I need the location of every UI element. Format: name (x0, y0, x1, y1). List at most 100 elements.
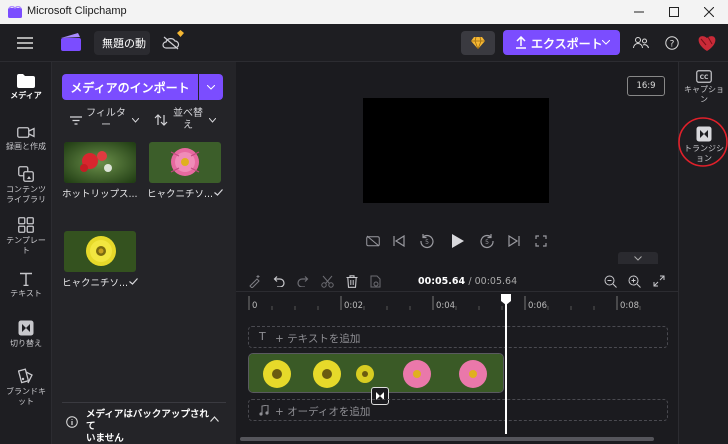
premium-button[interactable] (461, 31, 495, 55)
timeline-scrollbar[interactable] (236, 434, 678, 444)
nav-content-library[interactable]: コンテンツ ライブラリ (0, 166, 52, 210)
aspect-ratio-button[interactable]: 16:9 (627, 76, 665, 96)
people-icon (633, 37, 649, 49)
total-time: 00:05.64 (474, 276, 518, 287)
filter-label: フィルタ ー (86, 108, 126, 131)
sort-icon (154, 114, 168, 126)
chevron-down-icon (602, 40, 610, 45)
chevron-down-icon (634, 255, 642, 261)
nav-templates-label: テンプレー ト (6, 236, 46, 255)
captions-off-button[interactable] (363, 231, 383, 251)
undo-button[interactable] (269, 272, 287, 290)
audio-track[interactable]: + オーディオを追加 (248, 399, 668, 421)
media-thumbnail-image (64, 142, 136, 183)
skip-back-icon (393, 235, 405, 247)
templates-icon (18, 217, 34, 233)
cloud-sync-button[interactable] (158, 30, 184, 54)
media-thumbnail[interactable] (64, 142, 136, 183)
rewind-5-icon: 5 (420, 234, 434, 249)
nav-transitions-label: 切り替え (10, 339, 42, 348)
properties-sidebar: CC キャプショ ン トランジシ ョン (678, 62, 728, 444)
skip-forward-button[interactable] (504, 231, 524, 251)
expand-timeline-button[interactable] (618, 252, 658, 264)
text-track[interactable]: T + テキストを追加 (248, 326, 668, 348)
nav-record-label: 録画と作成 (6, 142, 46, 151)
import-media-button[interactable]: メディアのインポート (62, 74, 198, 100)
nav-text[interactable]: テキスト (0, 272, 52, 308)
checkmark-icon (214, 189, 223, 196)
minimize-button[interactable] (624, 0, 654, 24)
heart-avatar-icon (698, 36, 716, 51)
export-label: エクスポート (531, 37, 603, 51)
media-thumbnail[interactable] (64, 231, 136, 272)
split-button[interactable] (318, 272, 336, 290)
current-time: 00:05.64 (418, 276, 466, 287)
zoom-out-button[interactable] (601, 272, 619, 290)
rewind-5-seconds-button[interactable]: 5 (416, 230, 438, 252)
left-navigation: メディア 録画と作成 コンテンツ ライブラリ テンプレー ト テキスト 切り替え… (0, 62, 52, 444)
nav-text-label: テキスト (10, 289, 42, 298)
add-audio-label: + オーディオを追加 (275, 406, 371, 418)
account-avatar[interactable] (694, 30, 720, 56)
nav-media[interactable]: メディア (0, 74, 52, 114)
nav-brand-kit[interactable]: ブランドキ ット (0, 368, 52, 412)
captions-label: キャプショ ン (684, 85, 724, 104)
trash-icon (346, 274, 358, 288)
play-button[interactable] (446, 229, 470, 253)
project-name-field[interactable]: 無題の動 (94, 31, 150, 55)
delete-button[interactable] (343, 272, 361, 290)
chevron-up-icon (210, 416, 219, 422)
skip-back-button[interactable] (389, 231, 409, 251)
add-text-label: + テキストを追加 (275, 333, 361, 345)
media-thumbnail-image (64, 231, 136, 272)
chevron-down-icon (132, 118, 139, 123)
import-media-label: メディアのインポート (70, 80, 190, 95)
filter-button[interactable]: フィルタ ー (68, 108, 142, 134)
undo-icon (273, 276, 285, 287)
magic-tool-button[interactable] (245, 272, 263, 290)
import-dropdown-button[interactable] (199, 74, 223, 100)
clipchamp-brand-icon (61, 33, 81, 51)
nav-record-create[interactable]: 録画と作成 (0, 126, 52, 166)
nav-transitions[interactable]: 切り替え (0, 320, 52, 356)
cloud-off-icon (162, 36, 180, 50)
hamburger-menu-button[interactable] (12, 32, 38, 54)
zoom-in-button[interactable] (625, 272, 643, 290)
premium-dot-icon (177, 30, 184, 37)
playhead[interactable] (505, 294, 507, 444)
forward-5-seconds-button[interactable]: 5 (476, 230, 498, 252)
captions-off-icon (366, 235, 380, 247)
captions-icon: CC (696, 70, 712, 83)
video-camera-icon (17, 127, 35, 138)
svg-text:5: 5 (425, 239, 429, 246)
filter-icon (70, 116, 82, 125)
maximize-button[interactable] (659, 0, 689, 24)
backup-notice[interactable]: メディアはバックアップされて いません (62, 402, 226, 444)
ruler-tick-label: 0:08 (620, 301, 640, 311)
content-library-icon (18, 166, 34, 182)
timeline-ruler[interactable]: 0 0:02 0:04 0:06 0:08 (246, 296, 666, 312)
redo-button[interactable] (294, 272, 312, 290)
share-button[interactable] (630, 32, 652, 54)
playhead-handle[interactable] (500, 294, 512, 306)
ruler-tick-label: 0:04 (436, 301, 456, 311)
export-button[interactable]: エクスポート (503, 30, 620, 55)
sort-button[interactable]: 並べ替 え (152, 108, 224, 134)
close-window-button[interactable] (694, 0, 724, 24)
scrollbar-thumb[interactable] (240, 437, 654, 441)
backup-text: メディアはバックアップされて いません (86, 409, 209, 444)
chevron-down-icon (209, 118, 216, 123)
zoom-in-icon (628, 275, 641, 288)
captions-panel-button[interactable]: CC キャプショ ン (679, 70, 728, 114)
ruler-ticks (248, 296, 641, 310)
help-button[interactable]: ? (661, 32, 683, 54)
fit-timeline-button[interactable] (650, 272, 668, 290)
ruler-tick-label: 0:06 (528, 301, 548, 311)
nav-templates[interactable]: テンプレー ト (0, 217, 52, 261)
media-thumbnail[interactable] (149, 142, 221, 183)
play-icon (452, 234, 464, 248)
detach-audio-button[interactable] (367, 272, 385, 290)
fullscreen-button[interactable] (531, 231, 551, 251)
brand-kit-icon (18, 368, 33, 384)
nav-content-library-label: コンテンツ ライブラリ (6, 185, 46, 204)
